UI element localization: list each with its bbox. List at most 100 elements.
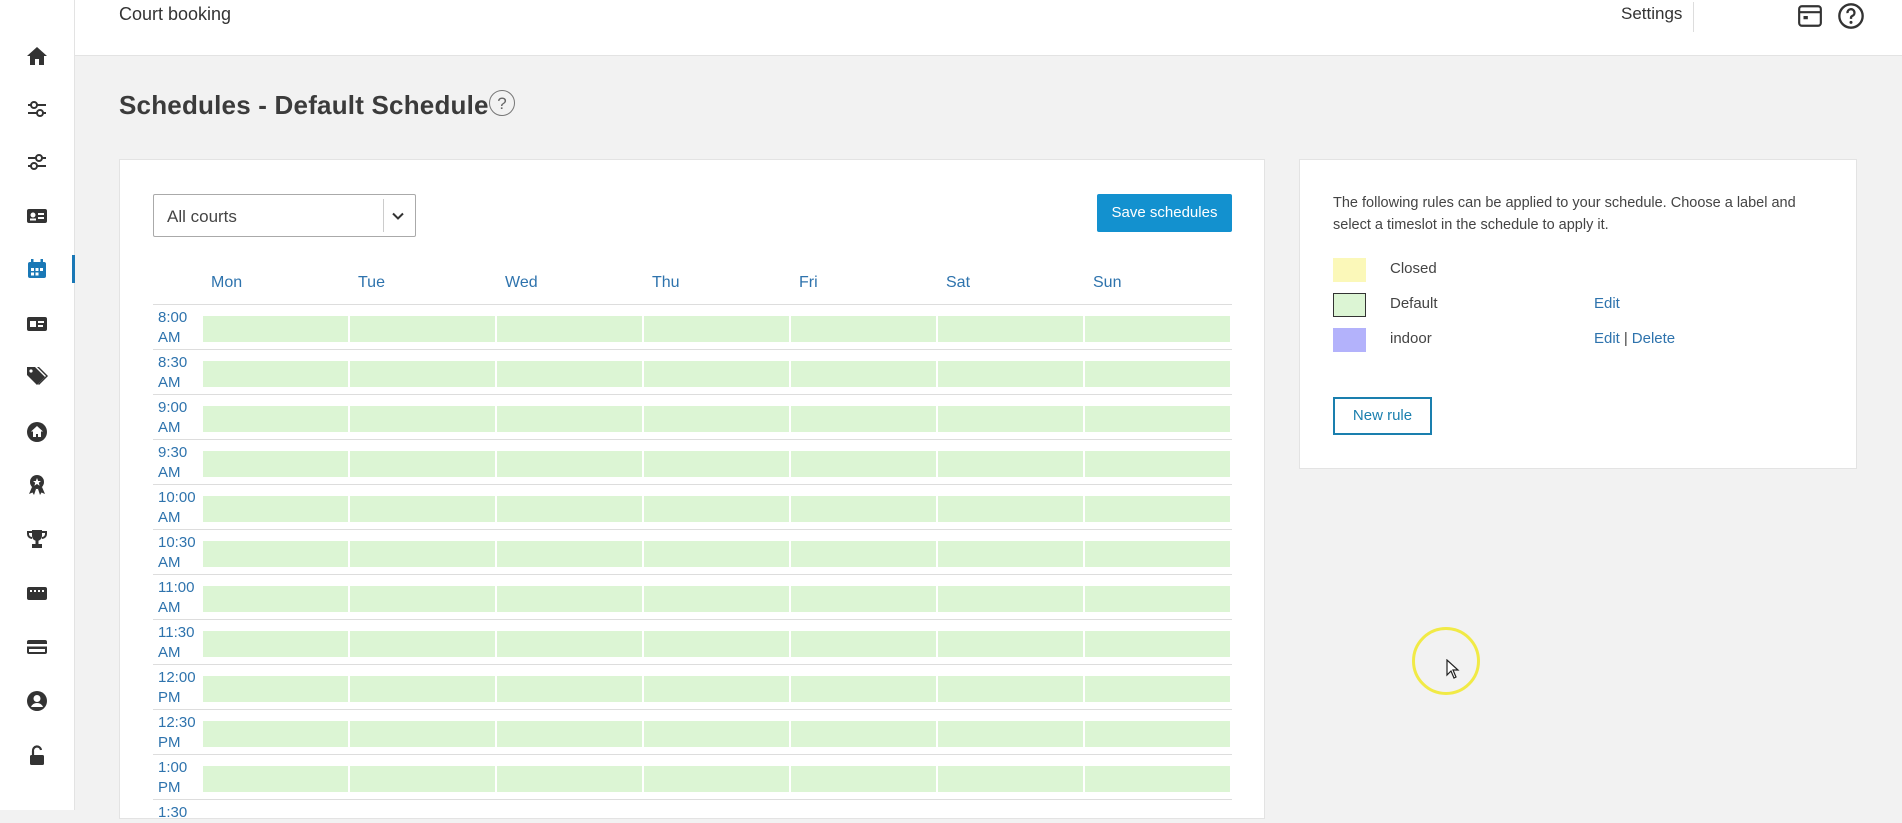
sidebar-item-home[interactable]: [0, 33, 74, 79]
rule-swatch-indoor[interactable]: [1333, 328, 1366, 352]
timeslot-fri[interactable]: [791, 316, 936, 342]
timeslot-tue[interactable]: [350, 316, 495, 342]
timeslot-wed[interactable]: [497, 361, 642, 387]
timeslot-fri[interactable]: [791, 541, 936, 567]
timeslot-fri[interactable]: [791, 676, 936, 702]
sidebar-item-tickets[interactable]: [0, 570, 74, 616]
save-schedules-button[interactable]: Save schedules: [1097, 194, 1232, 232]
timeslot-thu[interactable]: [644, 451, 789, 477]
timeslot-sat[interactable]: [938, 406, 1083, 432]
timeslot-thu[interactable]: [644, 406, 789, 432]
timeslot-mon[interactable]: [203, 676, 348, 702]
timeslot-tue[interactable]: [350, 766, 495, 792]
timeslot-fri[interactable]: [791, 721, 936, 747]
sidebar-item-membership[interactable]: [0, 462, 74, 508]
timeslot-wed[interactable]: [497, 316, 642, 342]
timeslot-sat[interactable]: [938, 586, 1083, 612]
delete-indoor-link[interactable]: Delete: [1632, 330, 1675, 347]
timeslot-tue[interactable]: [350, 406, 495, 432]
timeslot-mon[interactable]: [203, 721, 348, 747]
timeslot-sun[interactable]: [1085, 586, 1230, 612]
timeslot-mon[interactable]: [203, 586, 348, 612]
timeslot-tue[interactable]: [350, 496, 495, 522]
sidebar-item-clubhouse[interactable]: [0, 409, 74, 455]
timeslot-thu[interactable]: [644, 721, 789, 747]
timeslot-wed[interactable]: [497, 676, 642, 702]
timeslot-tue[interactable]: [350, 541, 495, 567]
edit-default-link[interactable]: Edit: [1594, 295, 1620, 312]
timeslot-thu[interactable]: [644, 586, 789, 612]
timeslot-thu[interactable]: [644, 766, 789, 792]
timeslot-thu[interactable]: [644, 541, 789, 567]
sidebar-item-pricing[interactable]: [0, 353, 74, 399]
timeslot-wed[interactable]: [497, 541, 642, 567]
timeslot-sat[interactable]: [938, 631, 1083, 657]
timeslot-sat[interactable]: [938, 541, 1083, 567]
new-rule-button[interactable]: New rule: [1333, 397, 1432, 435]
timeslot-wed[interactable]: [497, 496, 642, 522]
timeslot-sun[interactable]: [1085, 676, 1230, 702]
rule-swatch-closed[interactable]: [1333, 258, 1366, 282]
timeslot-tue[interactable]: [350, 586, 495, 612]
timeslot-thu[interactable]: [644, 631, 789, 657]
help-circle-icon[interactable]: ?: [489, 90, 515, 116]
timeslot-mon[interactable]: [203, 451, 348, 477]
timeslot-fri[interactable]: [791, 631, 936, 657]
timeslot-sun[interactable]: [1085, 541, 1230, 567]
timeslot-sun[interactable]: [1085, 766, 1230, 792]
timeslot-thu[interactable]: [644, 316, 789, 342]
timeslot-sat[interactable]: [938, 766, 1083, 792]
timeslot-fri[interactable]: [791, 586, 936, 612]
timeslot-tue[interactable]: [350, 361, 495, 387]
timeslot-mon[interactable]: [203, 541, 348, 567]
timeslot-fri[interactable]: [791, 361, 936, 387]
sidebar-item-schedules[interactable]: [0, 246, 75, 292]
rule-label-closed[interactable]: Closed: [1390, 260, 1437, 277]
timeslot-tue[interactable]: [350, 451, 495, 477]
timeslot-fri[interactable]: [791, 766, 936, 792]
timeslot-sat[interactable]: [938, 361, 1083, 387]
timeslot-mon[interactable]: [203, 316, 348, 342]
timeslot-thu[interactable]: [644, 361, 789, 387]
timeslot-tue[interactable]: [350, 676, 495, 702]
timeslot-fri[interactable]: [791, 496, 936, 522]
timeslot-mon[interactable]: [203, 406, 348, 432]
timeslot-thu[interactable]: [644, 496, 789, 522]
timeslot-wed[interactable]: [497, 586, 642, 612]
timeslot-wed[interactable]: [497, 766, 642, 792]
settings-link[interactable]: Settings: [1621, 4, 1682, 24]
timeslot-sun[interactable]: [1085, 406, 1230, 432]
timeslot-tue[interactable]: [350, 721, 495, 747]
timeslot-sun[interactable]: [1085, 721, 1230, 747]
sidebar-item-profile[interactable]: [0, 678, 74, 724]
rule-swatch-default[interactable]: [1333, 293, 1366, 317]
timeslot-thu[interactable]: [644, 676, 789, 702]
timeslot-sun[interactable]: [1085, 316, 1230, 342]
timeslot-wed[interactable]: [497, 451, 642, 477]
timeslot-wed[interactable]: [497, 631, 642, 657]
sidebar-item-settings-2[interactable]: [0, 139, 74, 185]
timeslot-fri[interactable]: [791, 406, 936, 432]
timeslot-tue[interactable]: [350, 631, 495, 657]
timeslot-sat[interactable]: [938, 316, 1083, 342]
timeslot-sat[interactable]: [938, 721, 1083, 747]
timeslot-mon[interactable]: [203, 631, 348, 657]
timeslot-wed[interactable]: [497, 721, 642, 747]
timeslot-sat[interactable]: [938, 676, 1083, 702]
rule-label-default[interactable]: Default: [1390, 295, 1438, 312]
browser-window-icon[interactable]: [1794, 0, 1826, 32]
timeslot-sat[interactable]: [938, 451, 1083, 477]
timeslot-mon[interactable]: [203, 766, 348, 792]
timeslot-sun[interactable]: [1085, 451, 1230, 477]
timeslot-fri[interactable]: [791, 451, 936, 477]
sidebar-item-logout[interactable]: [0, 733, 74, 779]
timeslot-wed[interactable]: [497, 406, 642, 432]
sidebar-item-payments[interactable]: [0, 624, 74, 670]
sidebar-item-tournaments[interactable]: [0, 516, 74, 562]
timeslot-sun[interactable]: [1085, 631, 1230, 657]
edit-indoor-link[interactable]: Edit: [1594, 330, 1620, 347]
timeslot-mon[interactable]: [203, 361, 348, 387]
rule-label-indoor[interactable]: indoor: [1390, 330, 1432, 347]
sidebar-item-contacts[interactable]: [0, 193, 74, 239]
court-select[interactable]: All courts: [153, 194, 416, 237]
